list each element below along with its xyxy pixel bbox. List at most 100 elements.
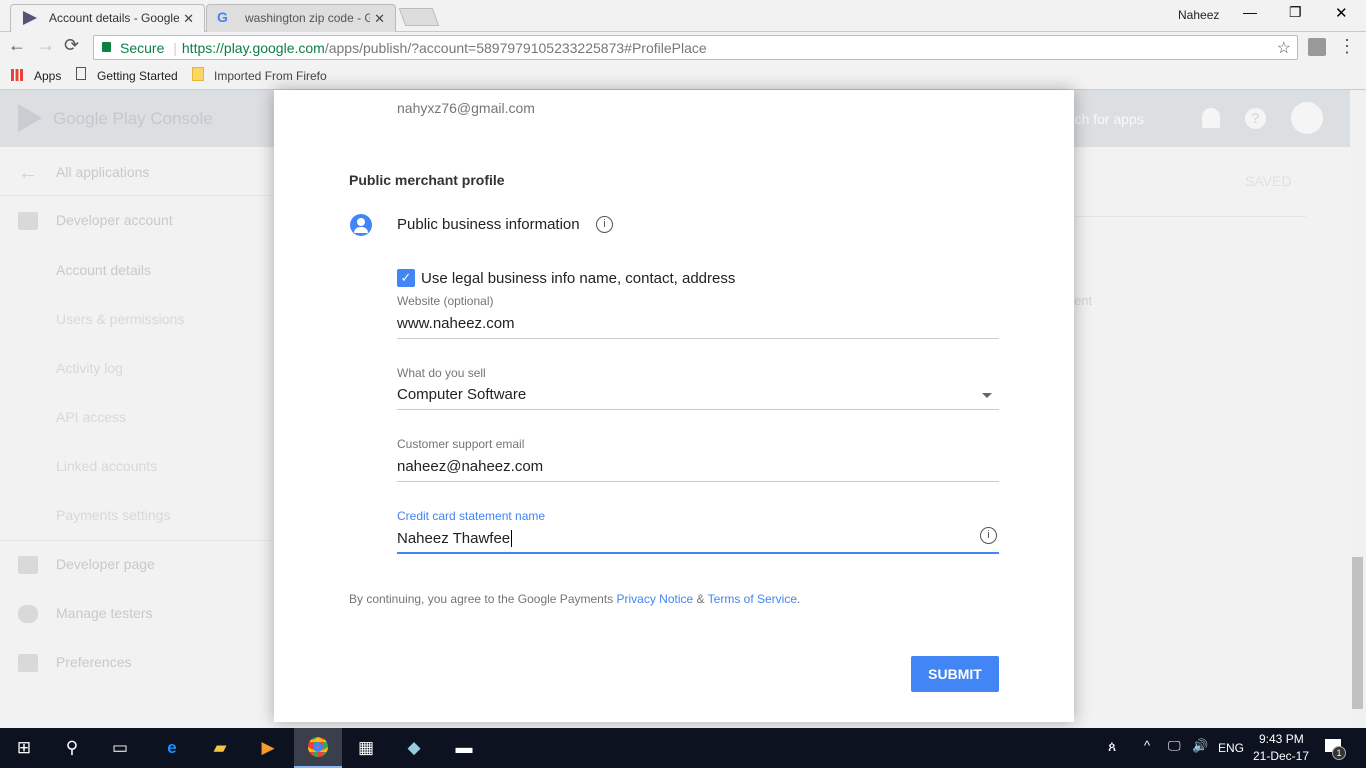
input-underline bbox=[397, 409, 999, 410]
url-host: https://play.google.com bbox=[181, 40, 325, 56]
input-underline bbox=[397, 481, 999, 482]
show-hidden-icons[interactable]: ^ bbox=[1144, 738, 1150, 753]
windows-start-icon[interactable]: ⊞ bbox=[0, 728, 48, 768]
lock-icon bbox=[102, 42, 111, 52]
close-tab-icon[interactable]: ✕ bbox=[370, 11, 385, 27]
volume-icon[interactable]: 🔊 bbox=[1192, 738, 1208, 754]
media-player-icon[interactable]: ▶ bbox=[244, 728, 292, 768]
sidebar-item-developer-account[interactable]: Developer account bbox=[56, 212, 173, 228]
sliders-icon bbox=[18, 654, 38, 672]
website-label: Website (optional) bbox=[397, 294, 494, 308]
merchant-profile-dialog: nahyxz76@gmail.com Public merchant profi… bbox=[274, 90, 1074, 722]
sidebar-item-api-access[interactable]: API access bbox=[56, 409, 126, 425]
play-console-logo-icon bbox=[18, 104, 42, 132]
account-email: nahyxz76@gmail.com bbox=[397, 100, 535, 116]
play-console-icon bbox=[23, 11, 37, 25]
folder-icon bbox=[192, 67, 204, 81]
edge-icon[interactable]: e bbox=[148, 728, 196, 768]
new-tab-button[interactable] bbox=[398, 8, 440, 26]
terms-amp: & bbox=[693, 592, 708, 606]
reload-icon[interactable]: ⟳ bbox=[64, 35, 79, 56]
back-icon[interactable]: ← bbox=[8, 35, 26, 56]
dropdown-arrow-icon[interactable] bbox=[982, 393, 992, 398]
file-explorer-icon[interactable]: ▰ bbox=[196, 728, 244, 768]
account-avatar[interactable] bbox=[1291, 102, 1323, 134]
help-icon[interactable]: ? bbox=[1245, 108, 1266, 129]
menu-icon[interactable]: ⋮ bbox=[1338, 36, 1356, 57]
page-icon bbox=[76, 67, 86, 80]
minimize-icon[interactable]: — bbox=[1243, 4, 1257, 20]
bookmark-imported-firefox[interactable]: Imported From Firefo bbox=[214, 69, 327, 83]
command-prompt-icon[interactable]: ▬ bbox=[440, 728, 488, 768]
url-path: /apps/publish/?account=58979791052332258… bbox=[324, 40, 707, 56]
terms-suffix: . bbox=[797, 592, 801, 606]
divider bbox=[1074, 216, 1306, 217]
tab-bar: Account details - Google ✕ G washington … bbox=[0, 0, 1366, 32]
network-icon[interactable]: 🖵 bbox=[1168, 738, 1181, 754]
submit-button[interactable]: SUBMIT bbox=[911, 656, 999, 692]
sidebar-item-activity-log[interactable]: Activity log bbox=[56, 360, 123, 376]
sidebar-item-all-applications[interactable]: All applications bbox=[56, 164, 149, 180]
task-view-icon[interactable]: ▭ bbox=[96, 728, 144, 768]
support-email-label: Customer support email bbox=[397, 437, 525, 451]
tab-washington-zip[interactable]: G washington zip code - Go ✕ bbox=[206, 4, 396, 32]
web-page-icon bbox=[18, 556, 38, 574]
terms-text: By continuing, you agree to the Google P… bbox=[349, 592, 800, 606]
tab-title: washington zip code - Go bbox=[245, 11, 381, 25]
terms-prefix: By continuing, you agree to the Google P… bbox=[349, 592, 617, 606]
info-icon[interactable]: i bbox=[596, 216, 613, 233]
people-icon bbox=[18, 605, 38, 623]
what-you-sell-label: What do you sell bbox=[397, 366, 486, 380]
back-arrow-icon[interactable]: ← bbox=[18, 162, 38, 185]
app-icon[interactable]: ◆ bbox=[390, 728, 438, 768]
legal-info-checkbox[interactable]: ✓ bbox=[397, 269, 415, 287]
saved-status: SAVED bbox=[1245, 173, 1292, 189]
public-business-info-label: Public business information bbox=[397, 216, 580, 233]
sidebar-item-manage-testers[interactable]: Manage testers bbox=[56, 605, 153, 621]
sidebar-item-linked-accounts[interactable]: Linked accounts bbox=[56, 458, 157, 474]
checkbox-label: Use legal business info name, contact, a… bbox=[421, 270, 736, 287]
divider bbox=[0, 540, 274, 541]
what-you-sell-select[interactable]: Computer Software bbox=[397, 386, 526, 403]
building-icon bbox=[18, 212, 38, 230]
scrollbar-thumb[interactable] bbox=[1352, 557, 1363, 709]
cc-statement-label: Credit card statement name bbox=[397, 509, 546, 523]
bookmark-star-icon[interactable]: ☆ bbox=[1277, 38, 1291, 58]
terms-of-service-link[interactable]: Terms of Service bbox=[708, 592, 797, 606]
calculator-icon[interactable]: ▦ bbox=[342, 728, 390, 768]
language-indicator[interactable]: ENG bbox=[1218, 741, 1244, 755]
chrome-icon[interactable] bbox=[294, 728, 342, 768]
notification-bell-icon[interactable] bbox=[1202, 108, 1220, 128]
search-icon[interactable]: ⚲ bbox=[48, 728, 96, 768]
sidebar-item-payments-settings[interactable]: Payments settings bbox=[56, 507, 170, 523]
clock-time[interactable]: 9:43 PM bbox=[1259, 732, 1304, 746]
tab-account-details[interactable]: Account details - Google ✕ bbox=[10, 4, 205, 32]
sidebar-item-account-details[interactable]: Account details bbox=[56, 262, 151, 278]
input-underline bbox=[397, 338, 999, 339]
secure-label: Secure bbox=[120, 40, 165, 56]
info-icon[interactable]: i bbox=[980, 527, 997, 544]
profile-name[interactable]: Naheez bbox=[1178, 8, 1219, 22]
people-icon[interactable]: ጰ bbox=[1108, 738, 1116, 755]
address-bar[interactable]: Secure | https://play.google.com/apps/pub… bbox=[93, 35, 1298, 60]
cc-statement-input[interactable]: Naheez Thawfee bbox=[397, 530, 513, 547]
close-window-icon[interactable]: ✕ bbox=[1335, 4, 1348, 22]
sidebar-item-users-permissions[interactable]: Users & permissions bbox=[56, 311, 184, 327]
notification-count-badge: 1 bbox=[1332, 746, 1346, 760]
website-input[interactable]: www.naheez.com bbox=[397, 315, 515, 332]
tab-title: Account details - Google bbox=[49, 11, 180, 25]
restore-icon[interactable]: ❐ bbox=[1289, 4, 1302, 21]
bookmarks-bar: Apps Getting Started Imported From Firef… bbox=[0, 62, 1366, 90]
forward-icon[interactable]: → bbox=[37, 35, 55, 56]
bookmark-apps[interactable]: Apps bbox=[34, 69, 61, 83]
clock-date[interactable]: 21-Dec-17 bbox=[1253, 749, 1309, 763]
sidebar-item-preferences[interactable]: Preferences bbox=[56, 654, 131, 670]
input-underline-focused bbox=[397, 552, 999, 554]
privacy-notice-link[interactable]: Privacy Notice bbox=[617, 592, 694, 606]
extension-icon[interactable] bbox=[1308, 38, 1326, 56]
close-tab-icon[interactable]: ✕ bbox=[179, 11, 194, 27]
bookmark-getting-started[interactable]: Getting Started bbox=[97, 69, 178, 83]
support-email-input[interactable]: naheez@naheez.com bbox=[397, 458, 543, 475]
sidebar-item-developer-page[interactable]: Developer page bbox=[56, 556, 155, 572]
divider bbox=[0, 195, 274, 196]
